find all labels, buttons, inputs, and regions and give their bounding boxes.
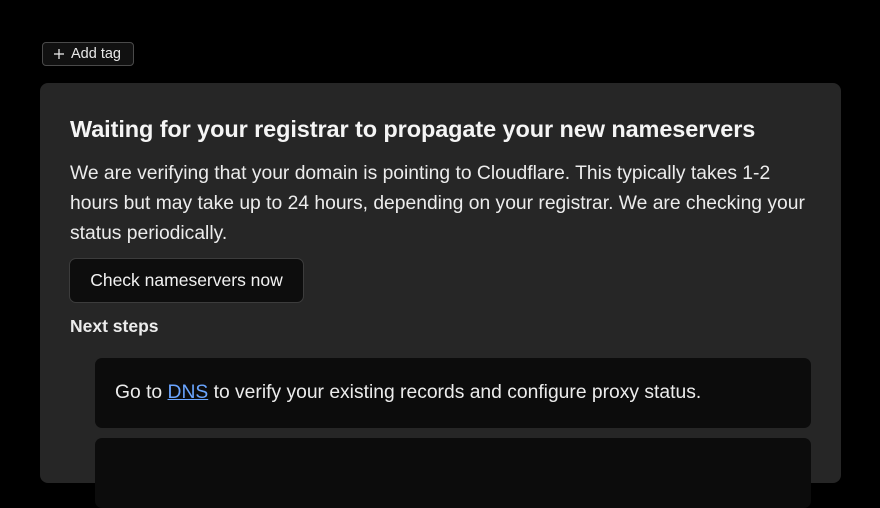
next-step-item-2 — [95, 438, 811, 508]
card-title: Waiting for your registrar to propagate … — [70, 116, 756, 142]
next-steps-heading: Next steps — [70, 316, 159, 336]
add-tag-label: Add tag — [71, 46, 121, 62]
nameserver-status-card: Waiting for your registrar to propagate … — [40, 83, 841, 508]
check-nameservers-button[interactable]: Check nameservers now — [69, 258, 304, 303]
step-text-prefix: Go to — [115, 382, 168, 403]
dns-link[interactable]: DNS — [168, 382, 209, 404]
plus-icon — [54, 49, 64, 59]
add-tag-button[interactable]: Add tag — [42, 42, 134, 66]
card-description: We are verifying that your domain is poi… — [70, 163, 805, 244]
step-text-suffix: to verify your existing records and conf… — [208, 382, 702, 403]
next-step-item: Go to DNS to verify your existing record… — [95, 358, 811, 428]
